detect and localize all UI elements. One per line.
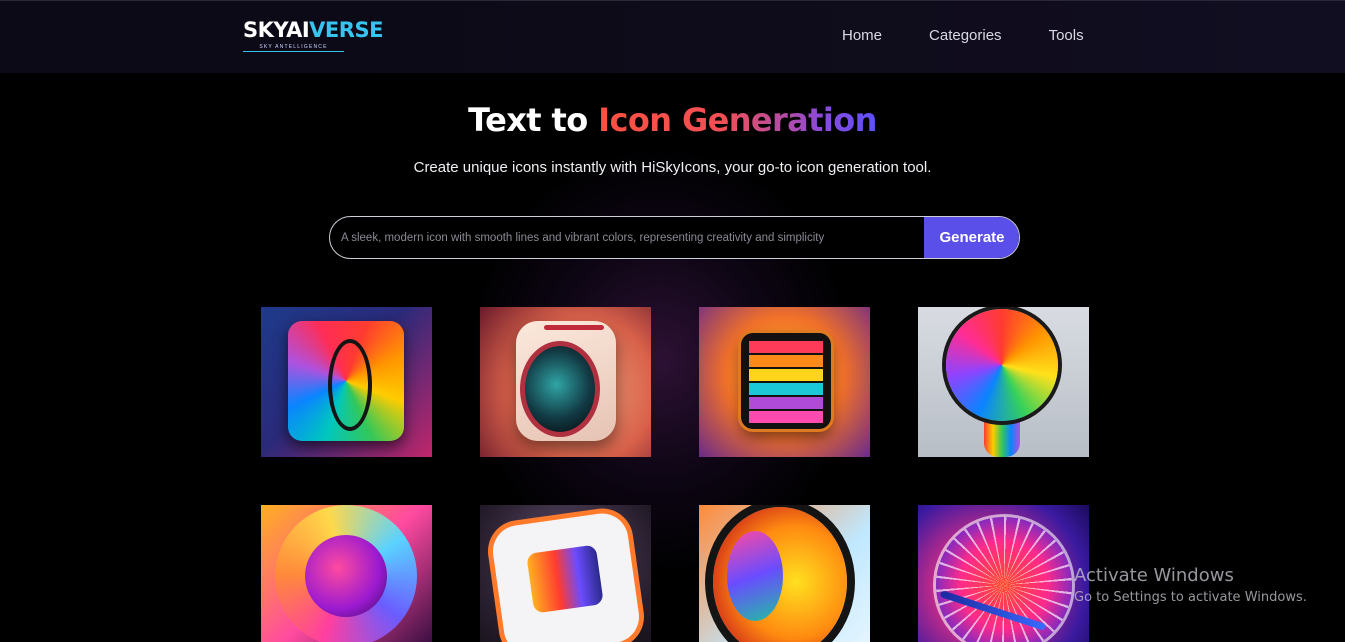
- rainbow-lightbulb-icon: [946, 309, 1058, 421]
- page-title-plain: Text to: [468, 101, 599, 139]
- logo-text-accent: VERSE: [309, 18, 383, 42]
- swirl-shape: [727, 531, 783, 621]
- gallery-item-5[interactable]: [261, 505, 432, 642]
- prompt-input[interactable]: [330, 217, 926, 258]
- striped-tablet-icon: [741, 333, 831, 429]
- lens-ring-shape: [520, 341, 600, 437]
- site-logo[interactable]: SKYAIVERSE SKY ANTELLIGENCE: [243, 18, 383, 52]
- page-subtitle: Create unique icons instantly with HiSky…: [413, 159, 932, 176]
- main-nav: Home Categories Tools: [842, 27, 1084, 44]
- prompt-bar: Generate: [329, 216, 1020, 259]
- gallery-item-3[interactable]: [699, 307, 870, 457]
- logo-text-main: SKYAI: [243, 18, 310, 42]
- windows-activation-watermark: Activate Windows Go to Settings to activ…: [1074, 565, 1307, 607]
- neon-wheel-pen-icon: [936, 517, 1072, 642]
- watermark-subtitle: Go to Settings to activate Windows.: [1074, 590, 1307, 605]
- nav-link-tools[interactable]: Tools: [1049, 27, 1084, 44]
- rainbow-square-knot-icon: [288, 321, 404, 441]
- gallery-item-2[interactable]: [480, 307, 651, 457]
- watermark-title: Activate Windows: [1074, 565, 1234, 586]
- gallery-item-4[interactable]: [918, 307, 1089, 457]
- nav-link-categories[interactable]: Categories: [929, 27, 1002, 44]
- logo-wordmark: SKYAIVERSE: [243, 18, 383, 42]
- page-title-gradient: Icon Generation: [598, 101, 877, 139]
- generate-button[interactable]: Generate: [924, 217, 1019, 258]
- nav-link-home[interactable]: Home: [842, 27, 882, 44]
- gallery-item-7[interactable]: [699, 505, 870, 642]
- page-title: Text to Icon Generation: [0, 100, 1345, 140]
- page: SKYAIVERSE SKY ANTELLIGENCE Home Categor…: [0, 0, 1345, 642]
- neon-ring-icon: [275, 505, 417, 642]
- device-glyph-shape: [526, 544, 604, 614]
- logo-tagline: SKY ANTELLIGENCE: [243, 44, 344, 52]
- top-navbar: SKYAIVERSE SKY ANTELLIGENCE Home Categor…: [0, 0, 1345, 73]
- gallery-item-8[interactable]: [918, 505, 1089, 642]
- gallery-item-6[interactable]: [480, 505, 651, 642]
- gallery-item-1[interactable]: [261, 307, 432, 457]
- red-stripe-shape: [544, 325, 604, 330]
